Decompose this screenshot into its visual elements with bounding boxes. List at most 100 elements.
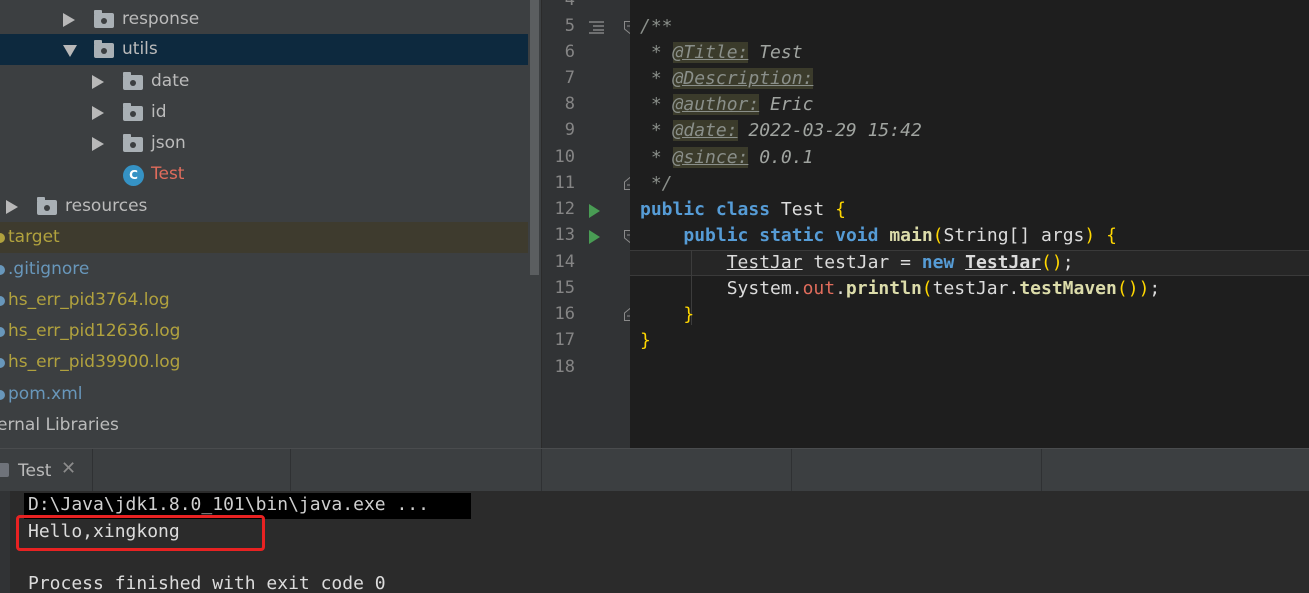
chevron-right-icon[interactable]	[92, 137, 104, 151]
tree-item-label: date	[151, 71, 190, 91]
chevron-down-icon[interactable]	[63, 45, 77, 57]
folder-icon	[94, 40, 114, 58]
static-field: out	[802, 278, 836, 299]
tree-scrollbar[interactable]	[528, 0, 541, 448]
tree-item-label: response	[122, 9, 200, 29]
close-icon[interactable]: ✕	[61, 458, 76, 479]
constructor: TestJar	[965, 252, 1041, 273]
paren: )	[1084, 225, 1096, 246]
doc-comment-render-icon[interactable]	[589, 19, 604, 34]
javadoc-tag: @author:	[672, 94, 760, 115]
dot: .	[835, 278, 846, 299]
log-file-icon	[0, 358, 5, 368]
tree-item-external-libraries[interactable]: ernal Libraries	[0, 410, 528, 441]
brace: }	[683, 304, 695, 325]
log-file-icon	[0, 296, 5, 306]
tab-divider	[541, 449, 542, 491]
tree-item-label: resources	[65, 196, 148, 216]
tree-item-label: hs_err_pid3764.log	[8, 290, 170, 310]
tab-divider	[791, 449, 792, 491]
tree-item-date[interactable]: date	[0, 66, 528, 97]
code-line-9: * @date: 2022-03-29 15:42	[640, 118, 922, 144]
tree-item-label: pom.xml	[8, 384, 83, 404]
paren: (	[921, 278, 933, 299]
line-number: 6	[564, 42, 575, 62]
tree-item-log-12636[interactable]: hs_err_pid12636.log	[0, 316, 528, 347]
tree-item-label: hs_err_pid39900.log	[8, 352, 181, 372]
method-name: main	[889, 225, 933, 246]
comment-text: /**	[640, 16, 673, 37]
variable: testJar.	[932, 278, 1020, 299]
comment-text: *	[640, 42, 673, 63]
line-number: 7	[564, 68, 575, 88]
comment-text: *	[640, 120, 673, 141]
tree-item-label: json	[151, 133, 186, 153]
tree-item-resources[interactable]: resources	[0, 191, 528, 222]
chevron-right-icon[interactable]	[63, 13, 75, 27]
scrollbar-thumb[interactable]	[530, 0, 539, 275]
brace: {	[835, 199, 846, 220]
line-number: 14	[554, 252, 575, 272]
line-number: 17	[554, 330, 575, 350]
tab-label: Test	[18, 461, 52, 481]
keyword: class	[715, 199, 771, 220]
console-output[interactable]: D:\Java\jdk1.8.0_101\bin\java.exe ... He…	[0, 491, 1309, 593]
code-line-10: * @since: 0.0.1	[640, 145, 813, 171]
code-line-17: }	[640, 328, 651, 354]
tree-item-target[interactable]: target	[0, 222, 528, 253]
file-icon	[0, 265, 5, 275]
folder-icon	[0, 233, 5, 243]
code-line-6: * @Title: Test	[640, 40, 803, 66]
comment-text: */	[640, 173, 673, 194]
project-tree-panel: response utils date id json C Test resou…	[0, 0, 541, 448]
keyword: void	[835, 225, 879, 246]
tree-item-pom[interactable]: pom.xml	[0, 379, 528, 410]
paren: (	[932, 225, 944, 246]
tree-item-test-class[interactable]: C Test	[0, 159, 528, 190]
run-main-icon[interactable]	[589, 230, 600, 244]
paren: )	[1138, 278, 1150, 299]
tab-divider	[92, 449, 93, 491]
tree-item-label: target	[8, 227, 60, 247]
chevron-right-icon[interactable]	[92, 75, 104, 89]
line-number: 13	[554, 225, 575, 245]
code-line-14: TestJar testJar = new TestJar();	[640, 250, 1074, 276]
tree-item-id[interactable]: id	[0, 97, 528, 128]
line-number: 4	[564, 0, 575, 10]
chevron-right-icon[interactable]	[6, 200, 18, 214]
tree-item-log-3764[interactable]: hs_err_pid3764.log	[0, 285, 528, 316]
javadoc-tag: @date:	[672, 120, 738, 141]
comment-text: *	[640, 94, 673, 115]
tab-divider	[290, 449, 291, 491]
folder-icon	[94, 10, 114, 28]
brace: }	[640, 330, 651, 351]
keyword: public	[683, 225, 749, 246]
tree-item-json[interactable]: json	[0, 128, 528, 159]
tree-item-label: Test	[151, 164, 185, 184]
tab-run-test[interactable]: Test ✕	[0, 449, 92, 491]
code-editor[interactable]: /** * @Title: Test * @Description: * @au…	[630, 0, 1309, 448]
tree-item-response[interactable]: response	[0, 4, 528, 35]
folder-icon	[123, 103, 143, 121]
tree-item-gitignore[interactable]: .gitignore	[0, 254, 528, 285]
annotation-highlight-box	[16, 515, 265, 551]
tree-item-label: ernal Libraries	[0, 415, 119, 435]
run-tool-window-header: Test ✕	[0, 448, 1309, 491]
class-ref: System.	[726, 278, 803, 299]
tree-item-utils[interactable]: utils	[0, 34, 528, 65]
line-number: 9	[564, 120, 575, 140]
javadoc-tag: @since:	[672, 147, 749, 168]
code-line-8: * @author: Eric	[640, 92, 813, 118]
maven-file-icon	[0, 390, 5, 400]
javadoc-value: Test	[748, 42, 803, 63]
javadoc-tag: @Title:	[672, 42, 749, 63]
console-command-line: D:\Java\jdk1.8.0_101\bin\java.exe ...	[28, 494, 429, 515]
line-number: 10	[554, 147, 575, 167]
chevron-right-icon[interactable]	[92, 106, 104, 120]
tree-item-log-39900[interactable]: hs_err_pid39900.log	[0, 347, 528, 378]
run-class-icon[interactable]	[589, 204, 600, 218]
code-line-15: System.out.println(testJar.testMaven());	[640, 276, 1161, 302]
editor-gutter: 4 5 6 7 8 9 10 11 12 13 14 15 16 17 18	[541, 0, 636, 448]
method-call: testMaven	[1019, 278, 1117, 299]
semicolon: ;	[1149, 278, 1161, 299]
